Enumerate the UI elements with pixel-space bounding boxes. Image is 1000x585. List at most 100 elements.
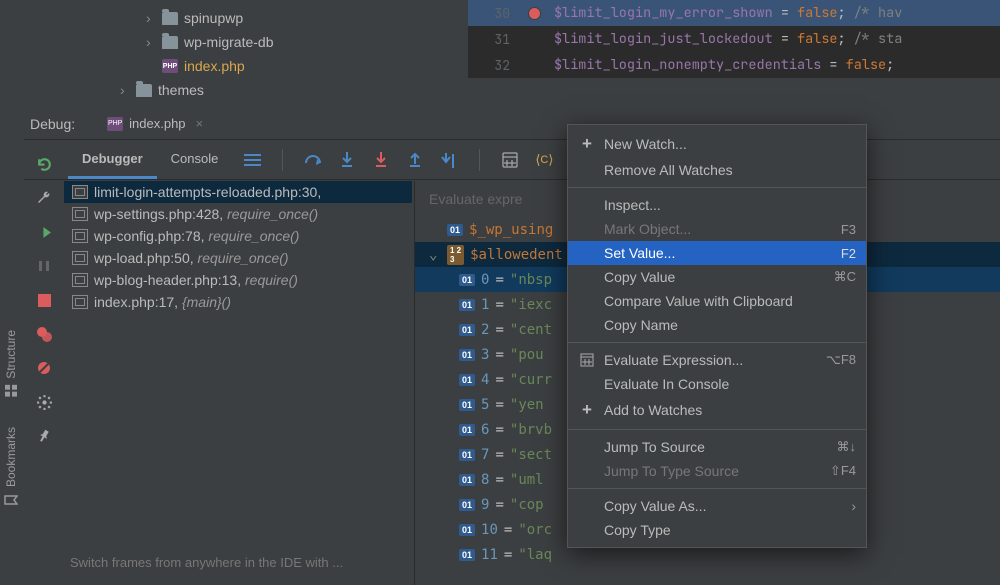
tree-item-themes[interactable]: ›themes	[100, 78, 440, 102]
editor-line-32[interactable]: 32$limit_login_nonempty_credentials = fa…	[468, 52, 1000, 78]
int-badge: 01	[459, 424, 475, 436]
step-out-icon[interactable]	[405, 150, 425, 170]
frame-row[interactable]: limit-login-attempts-reloaded.php:30,	[64, 181, 412, 203]
menu-item-add-to-watches[interactable]: +Add to Watches	[568, 396, 866, 424]
menu-item-inspect-[interactable]: Inspect...	[568, 193, 866, 217]
frames-tip: Switch frames from anywhere in the IDE w…	[70, 555, 410, 570]
tree-item-index-php[interactable]: PHPindex.php	[100, 54, 440, 78]
close-icon[interactable]: ×	[196, 116, 204, 131]
frame-icon	[72, 185, 88, 199]
menu-item-copy-type[interactable]: Copy Type	[568, 518, 866, 542]
int-badge: 01	[447, 224, 463, 236]
side-rail: Structure Bookmarks	[0, 330, 22, 585]
tab-debugger[interactable]: Debugger	[68, 141, 157, 179]
frame-icon	[72, 273, 88, 287]
array-badge: 1 23	[447, 245, 464, 265]
tree-item-spinupwp[interactable]: ›spinupwp	[100, 6, 440, 30]
int-badge: 01	[459, 299, 475, 311]
int-badge: 01	[459, 524, 475, 536]
menu-separator	[568, 429, 866, 430]
frame-row[interactable]: wp-blog-header.php:13, require()	[64, 269, 412, 291]
php-icon: PHP	[162, 59, 178, 73]
shortcut: ⌘↓	[837, 439, 857, 455]
int-badge: 01	[459, 449, 475, 461]
chevron-icon: ›	[120, 82, 130, 98]
calc-icon	[578, 353, 596, 367]
structure-tool[interactable]: Structure	[4, 330, 18, 397]
int-badge: 01	[459, 549, 475, 561]
line-number: 30	[468, 5, 528, 22]
trace-icon[interactable]: ⟨C⟩	[534, 150, 554, 170]
pin-icon[interactable]	[34, 426, 54, 446]
tab-console[interactable]: Console	[157, 141, 233, 179]
menu-item-mark-object-: Mark Object...F3	[568, 217, 866, 241]
menu-item-remove-all-watches[interactable]: Remove All Watches	[568, 158, 866, 182]
bookmarks-tool[interactable]: Bookmarks	[4, 427, 18, 507]
line-number: 32	[468, 57, 528, 74]
pause-button[interactable]	[34, 256, 54, 276]
menu-separator	[568, 187, 866, 188]
debug-left-tools	[24, 148, 64, 446]
menu-item-evaluate-expression-[interactable]: Evaluate Expression...⌥F8	[568, 348, 866, 372]
int-badge: 01	[459, 374, 475, 386]
menu-separator	[568, 342, 866, 343]
menu-item-copy-value[interactable]: Copy Value⌘C	[568, 265, 866, 289]
line-number: 31	[468, 31, 528, 48]
step-into-icon[interactable]	[337, 150, 357, 170]
int-badge: 01	[459, 324, 475, 336]
view-breakpoints[interactable]	[34, 324, 54, 344]
mute-breakpoints[interactable]	[34, 358, 54, 378]
debug-label: Debug:	[30, 116, 75, 132]
int-badge: 01	[459, 399, 475, 411]
tree-item-wp-migrate-db[interactable]: ›wp-migrate-db	[100, 30, 440, 54]
debug-tab-file[interactable]: PHP index.php ×	[107, 116, 203, 131]
run-to-cursor-icon[interactable]	[439, 150, 459, 170]
+-icon: +	[578, 134, 596, 154]
menu-item-compare-value-with-clipboard[interactable]: Compare Value with Clipboard	[568, 289, 866, 313]
editor[interactable]: 30$limit_login_my_error_shown = false; /…	[468, 0, 1000, 78]
menu-item-new-watch-[interactable]: +New Watch...	[568, 130, 866, 158]
menu-item-evaluate-in-console[interactable]: Evaluate In Console	[568, 372, 866, 396]
menu-item-jump-to-type-source: Jump To Type Source⇧F4	[568, 459, 866, 483]
frame-row[interactable]: wp-settings.php:428, require_once()	[64, 203, 412, 225]
int-badge: 01	[459, 474, 475, 486]
shortcut: F2	[841, 246, 856, 261]
shortcut: F3	[841, 222, 856, 237]
frames-panel[interactable]: limit-login-attempts-reloaded.php:30,wp-…	[64, 181, 412, 313]
frame-icon	[72, 251, 88, 265]
shortcut: ⌥F8	[826, 352, 856, 368]
evaluate-icon[interactable]	[500, 150, 520, 170]
menu-item-copy-value-as-[interactable]: Copy Value As...›	[568, 494, 866, 518]
force-step-into-icon[interactable]	[371, 150, 391, 170]
step-over-icon[interactable]	[303, 150, 323, 170]
chevron-icon: ›	[146, 10, 156, 26]
folder-icon	[162, 36, 178, 49]
frame-icon	[72, 295, 88, 309]
menu-item-copy-name[interactable]: Copy Name	[568, 313, 866, 337]
editor-line-31[interactable]: 31$limit_login_just_lockedout = false; /…	[468, 26, 1000, 52]
frame-icon	[72, 207, 88, 221]
frame-row[interactable]: wp-load.php:50, require_once()	[64, 247, 412, 269]
threads-icon[interactable]	[242, 150, 262, 170]
frame-row[interactable]: index.php:17, {main}()	[64, 291, 412, 313]
shortcut: ⌘C	[834, 269, 856, 285]
resume-button[interactable]	[34, 222, 54, 242]
context-menu[interactable]: +New Watch...Remove All Watches Inspect..…	[567, 124, 867, 548]
shortcut: ⇧F4	[830, 463, 856, 479]
editor-line-30[interactable]: 30$limit_login_my_error_shown = false; /…	[468, 0, 1000, 26]
menu-item-set-value-[interactable]: Set Value...F2	[568, 241, 866, 265]
chevron-icon: ›	[146, 34, 156, 50]
breakpoint-icon	[528, 7, 541, 20]
frame-icon	[72, 229, 88, 243]
menu-separator	[568, 488, 866, 489]
frame-row[interactable]: wp-config.php:78, require_once()	[64, 225, 412, 247]
settings-icon[interactable]	[34, 392, 54, 412]
menu-item-jump-to-source[interactable]: Jump To Source⌘↓	[568, 435, 866, 459]
wrench-icon[interactable]	[34, 188, 54, 208]
folder-icon	[136, 84, 152, 97]
folder-icon	[162, 12, 178, 25]
breakpoint-gutter[interactable]	[528, 7, 546, 20]
int-badge: 01	[459, 349, 475, 361]
php-icon: PHP	[107, 117, 123, 131]
stop-button[interactable]	[34, 290, 54, 310]
